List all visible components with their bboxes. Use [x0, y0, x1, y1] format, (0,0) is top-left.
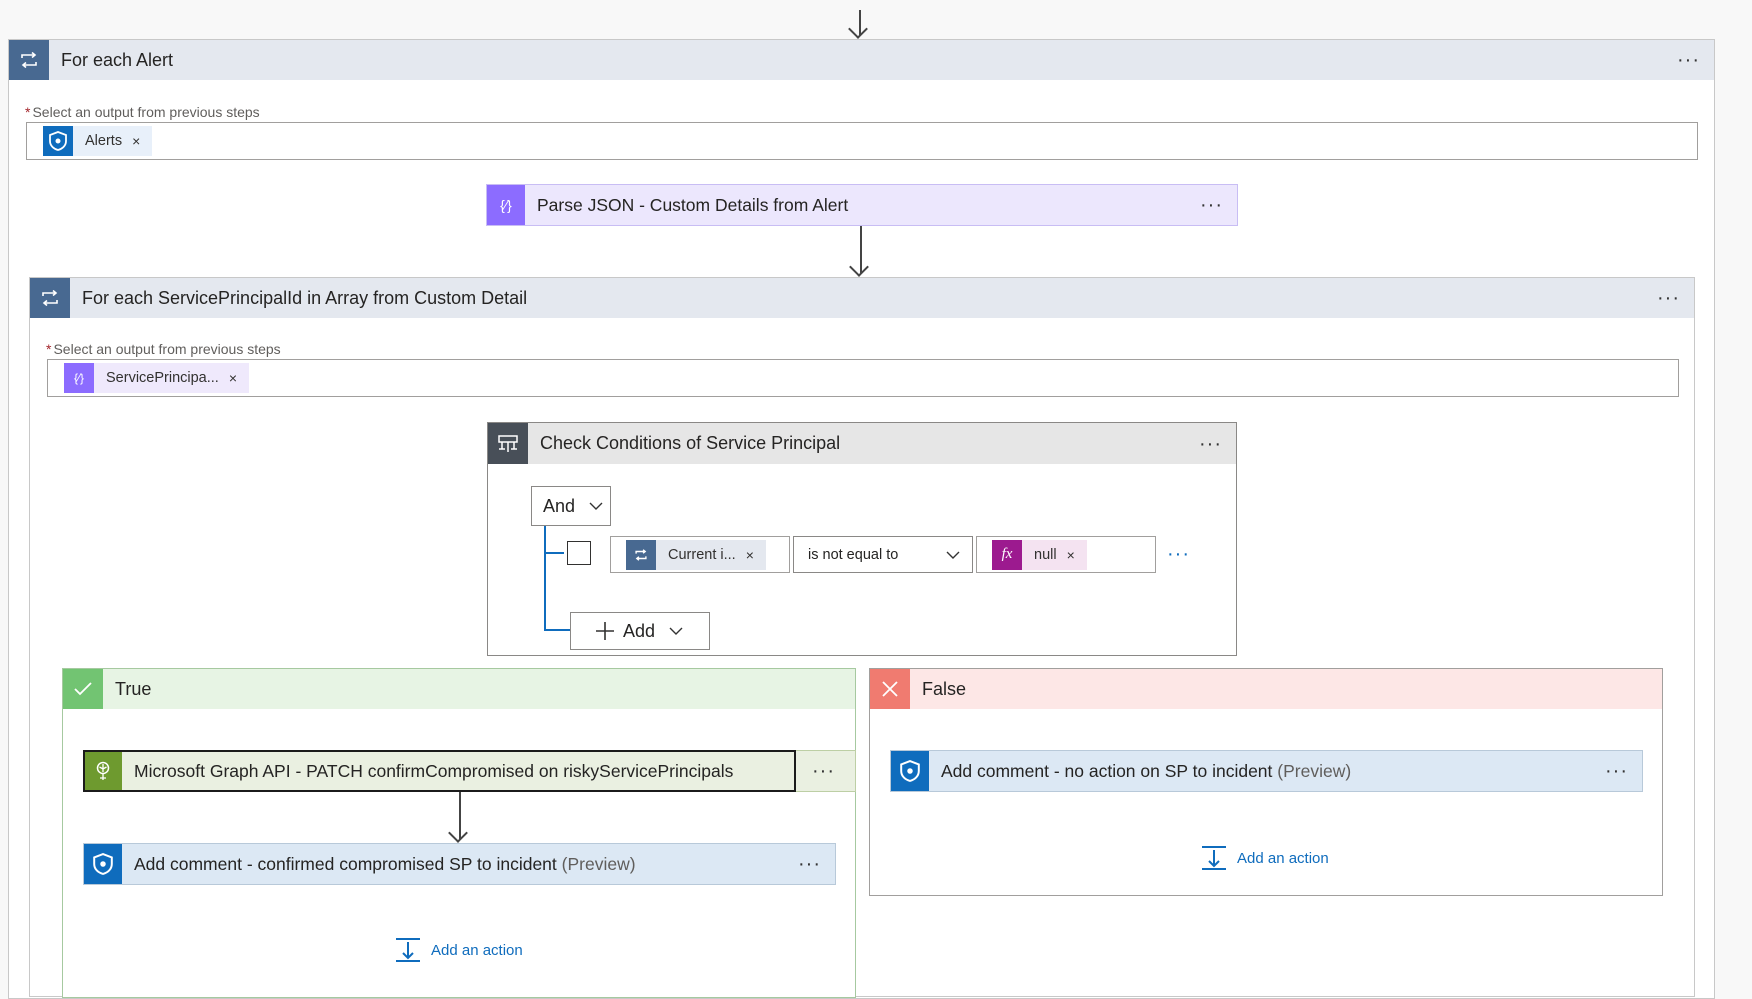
- false-branch-header[interactable]: False: [870, 669, 1662, 709]
- add-comment-confirmed-action[interactable]: Add comment - confirmed compromised SP t…: [83, 843, 836, 885]
- select-output-label: * Select an output from previous steps: [25, 104, 260, 120]
- plus-icon: [596, 622, 614, 640]
- tree-branch: [544, 552, 564, 554]
- curly-braces-icon: {⁄}: [64, 363, 94, 393]
- parse-json-action[interactable]: {⁄} Parse JSON - Custom Details from Ale…: [486, 184, 1238, 226]
- chevron-down-icon: [946, 551, 960, 559]
- remove-token-button[interactable]: ×: [132, 133, 152, 149]
- action-title: Add comment - no action on SP to inciden…: [941, 760, 1352, 781]
- true-branch: True Microsoft Graph API - PATCH confirm…: [62, 668, 856, 998]
- connector-arrow: [459, 792, 461, 840]
- more-options-button[interactable]: ···: [1643, 288, 1694, 308]
- sentinel-shield-icon: [891, 751, 929, 791]
- action-title: Add comment - confirmed compromised SP t…: [134, 853, 636, 874]
- incoming-arrow: [859, 10, 861, 36]
- loop-icon: [30, 278, 70, 318]
- inner-loop-header[interactable]: For each ServicePrincipalId in Array fro…: [30, 278, 1694, 318]
- add-an-action-button[interactable]: Add an action: [395, 937, 523, 963]
- graph-api-icon: [84, 751, 122, 791]
- tree-branch: [544, 629, 571, 631]
- condition-header[interactable]: Check Conditions of Service Principal ··…: [488, 423, 1236, 464]
- group-operator-dropdown[interactable]: And: [531, 486, 611, 526]
- add-comment-no-action-action[interactable]: Add comment - no action on SP to inciden…: [890, 750, 1643, 792]
- condition-icon: [488, 423, 528, 464]
- loop-title: For each ServicePrincipalId in Array fro…: [82, 287, 528, 308]
- curly-braces-icon: {⁄}: [487, 185, 525, 225]
- row-checkbox[interactable]: [567, 541, 591, 565]
- function-fx-icon: fx: [992, 539, 1022, 570]
- current-item-token[interactable]: Current i... ×: [626, 539, 766, 570]
- graph-api-patch-action[interactable]: Microsoft Graph API - PATCH confirmCompr…: [83, 750, 856, 792]
- loop-icon: [9, 40, 49, 80]
- more-options-button[interactable]: ···: [1186, 195, 1237, 215]
- select-output-label: * Select an output from previous steps: [46, 341, 281, 357]
- remove-token-button[interactable]: ×: [229, 370, 249, 386]
- select-output-input[interactable]: Alerts ×: [26, 122, 1698, 160]
- loop-icon: [626, 539, 656, 570]
- remove-token-button[interactable]: ×: [1067, 547, 1087, 563]
- add-condition-button[interactable]: Add: [570, 612, 710, 650]
- add-action-icon: [396, 938, 420, 962]
- tree-connector: [544, 526, 546, 630]
- left-operand-input[interactable]: Current i... ×: [610, 536, 790, 573]
- comparison-operator-dropdown[interactable]: is not equal to: [793, 536, 973, 573]
- connector-arrow: [860, 226, 862, 274]
- loop-title: For each Alert: [61, 49, 174, 70]
- select-output-input[interactable]: {⁄} ServicePrincipa... ×: [47, 359, 1679, 397]
- true-branch-title: True: [115, 678, 152, 699]
- checkmark-icon: [63, 669, 103, 709]
- remove-token-button[interactable]: ×: [746, 547, 766, 563]
- alerts-token[interactable]: Alerts ×: [43, 126, 153, 156]
- more-options-button[interactable]: ···: [1663, 50, 1714, 70]
- row-more-options-button[interactable]: ···: [1167, 543, 1190, 566]
- chevron-down-icon: [669, 627, 683, 635]
- sentinel-shield-icon: [84, 844, 122, 884]
- more-options-button[interactable]: ···: [784, 854, 835, 874]
- false-branch: False Add comment - no action on SP to i…: [869, 668, 1663, 896]
- parse-json-title: Parse JSON - Custom Details from Alert: [537, 194, 849, 215]
- action-title: Microsoft Graph API - PATCH confirmCompr…: [134, 760, 734, 781]
- add-an-action-button[interactable]: Add an action: [1201, 845, 1329, 871]
- for-each-alert-header[interactable]: For each Alert ···: [9, 40, 1714, 80]
- sentinel-shield-icon: [43, 126, 73, 156]
- check-conditions-card: Check Conditions of Service Principal ··…: [487, 422, 1237, 656]
- chevron-down-icon: [589, 502, 603, 510]
- null-expression-token[interactable]: fx null ×: [992, 539, 1087, 570]
- more-options-button[interactable]: ···: [1185, 434, 1236, 454]
- condition-title: Check Conditions of Service Principal: [540, 433, 841, 453]
- more-options-button[interactable]: ···: [1591, 761, 1642, 781]
- right-operand-input[interactable]: fx null ×: [976, 536, 1156, 573]
- close-x-icon: [870, 669, 910, 709]
- true-branch-header[interactable]: True: [63, 669, 855, 709]
- service-principal-token[interactable]: {⁄} ServicePrincipa... ×: [64, 363, 250, 393]
- add-action-icon: [1202, 846, 1226, 870]
- more-options-button[interactable]: ···: [798, 761, 855, 781]
- false-branch-title: False: [922, 678, 967, 699]
